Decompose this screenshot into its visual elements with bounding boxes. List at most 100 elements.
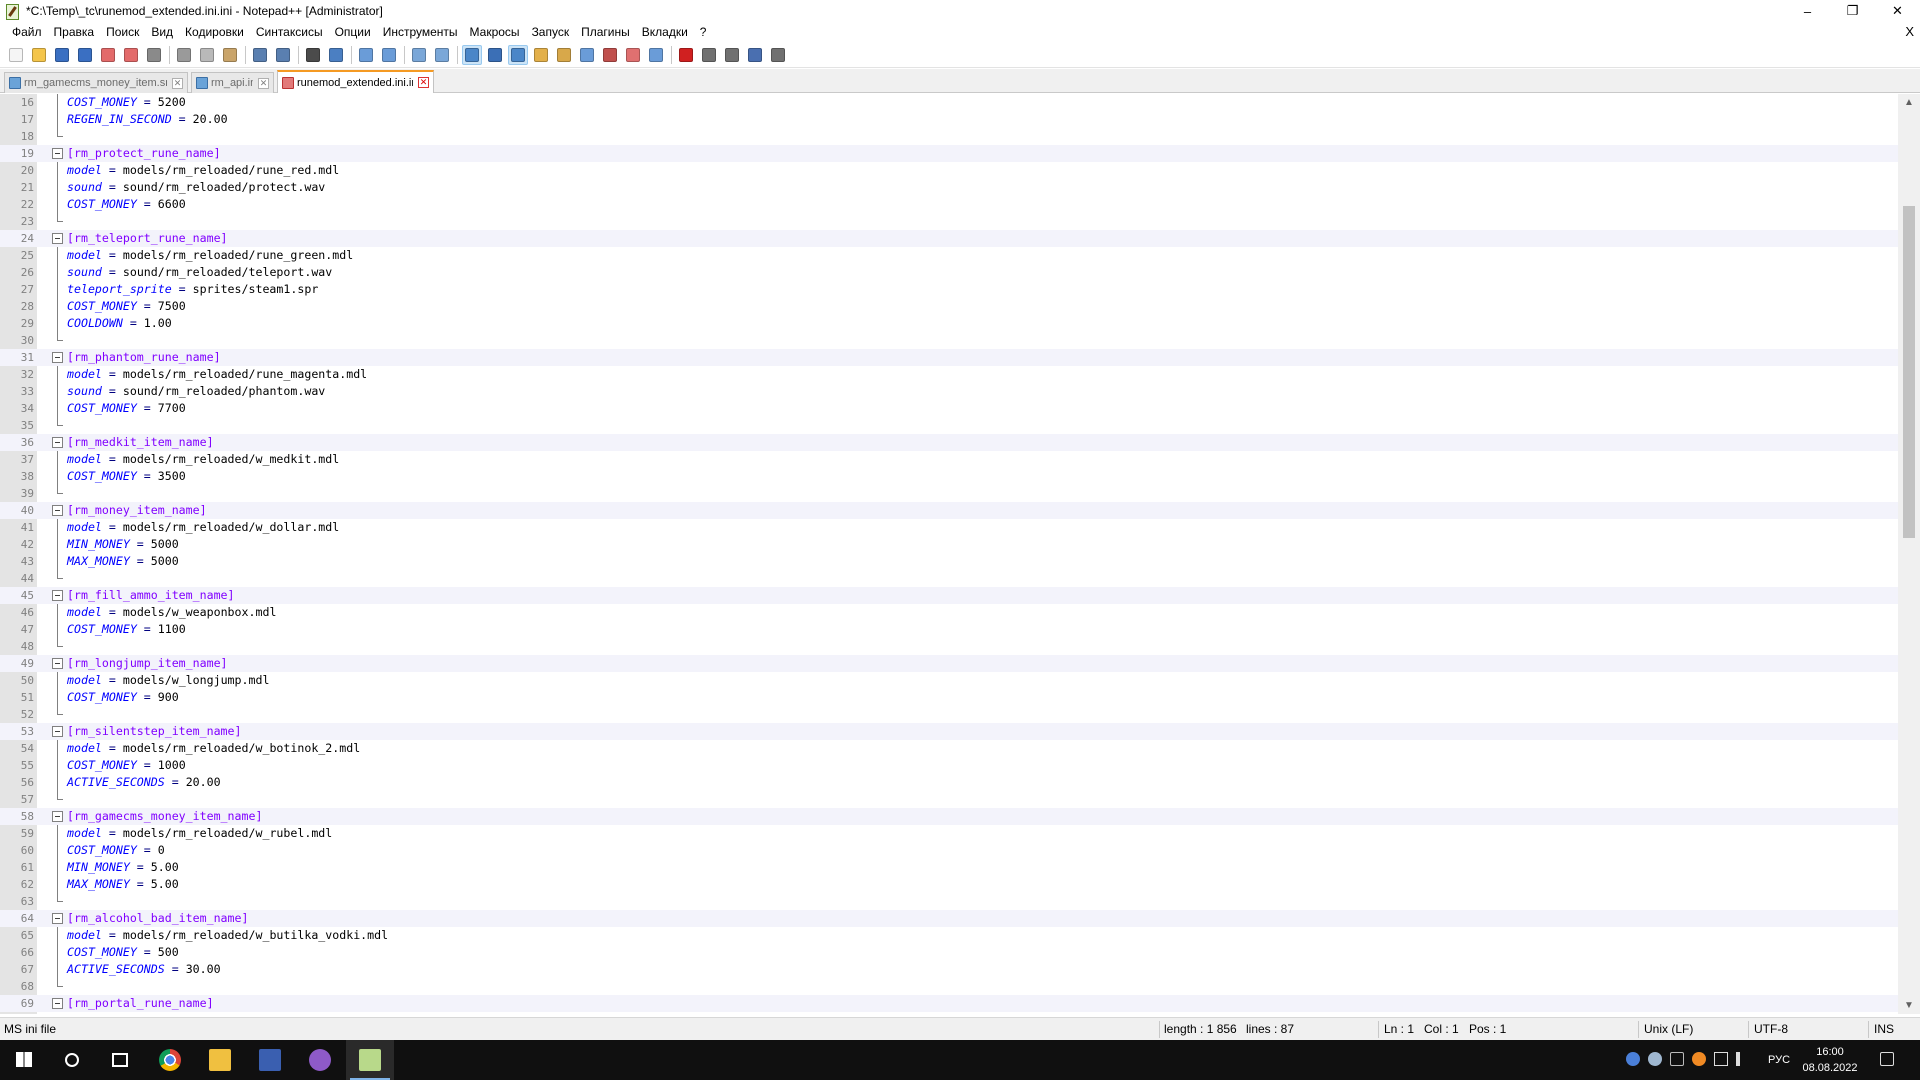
code-line[interactable]: 33 sound = sound/rm_reloaded/phantom.wav — [0, 383, 1898, 400]
code-line[interactable]: 25 model = models/rm_reloaded/rune_green.… — [0, 247, 1898, 264]
code-line[interactable]: 22 COST_MONEY = 6600 — [0, 196, 1898, 213]
word-wrap-button[interactable] — [462, 44, 482, 65]
menu-item-3[interactable]: Вид — [145, 22, 179, 42]
code-line[interactable]: 50 model = models/w_longjump.mdl — [0, 672, 1898, 689]
code-line[interactable]: 17 REGEN_IN_SECOND = 20.00 — [0, 111, 1898, 128]
code-line[interactable]: 55 COST_MONEY = 1000 — [0, 757, 1898, 774]
input-language[interactable]: РУС — [1768, 1040, 1790, 1080]
monitoring-button[interactable] — [646, 45, 666, 65]
code-line[interactable]: 64 [rm_alcohol_bad_item_name] — [0, 910, 1898, 927]
code-line[interactable]: 59 model = models/rm_reloaded/w_rubel.mdl — [0, 825, 1898, 842]
tab-close-icon[interactable]: ✕ — [418, 77, 429, 88]
volume-icon[interactable] — [1736, 1052, 1750, 1066]
menu-item-6[interactable]: Опции — [329, 22, 377, 42]
steam-icon[interactable] — [1648, 1052, 1662, 1066]
menu-item-7[interactable]: Инструменты — [377, 22, 464, 42]
code-line[interactable]: 66 COST_MONEY = 500 — [0, 944, 1898, 961]
menu-item-8[interactable]: Макросы — [464, 22, 526, 42]
tab-2[interactable]: runemod_extended.ini.ini ✕ — [277, 70, 434, 93]
sync-horizontal-button[interactable] — [432, 45, 452, 65]
code-line[interactable]: 18 — [0, 128, 1898, 145]
fold-toggle-icon[interactable] — [52, 148, 63, 159]
menu-item-9[interactable]: Запуск — [526, 22, 576, 42]
close-document-button[interactable]: X — [1905, 22, 1914, 42]
cut-button[interactable] — [174, 45, 194, 65]
code-line[interactable]: 21 sound = sound/rm_reloaded/protect.wav — [0, 179, 1898, 196]
code-line[interactable]: 27 teleport_sprite = sprites/steam1.spr — [0, 281, 1898, 298]
menu-item-12[interactable]: ? — [694, 22, 713, 42]
code-line[interactable]: 65 model = models/rm_reloaded/w_butilka_v… — [0, 927, 1898, 944]
code-line[interactable]: 39 — [0, 485, 1898, 502]
notepadpp-app[interactable] — [346, 1040, 394, 1080]
code-line[interactable]: 57 — [0, 791, 1898, 808]
code-line[interactable]: 32 model = models/rm_reloaded/rune_magent… — [0, 366, 1898, 383]
code-line[interactable]: 19 [rm_protect_rune_name] — [0, 145, 1898, 162]
open-file-button[interactable] — [29, 45, 49, 65]
fold-toggle-icon[interactable] — [52, 811, 63, 822]
code-lines[interactable]: 16 COST_MONEY = 5200 17 REGEN_IN_SECOND = 2… — [0, 94, 1898, 1012]
code-line[interactable]: 16 COST_MONEY = 5200 — [0, 94, 1898, 111]
code-line[interactable]: 26 sound = sound/rm_reloaded/teleport.wav — [0, 264, 1898, 281]
code-line[interactable]: 34 COST_MONEY = 7700 — [0, 400, 1898, 417]
find-button[interactable] — [303, 45, 323, 65]
code-line[interactable]: 35 — [0, 417, 1898, 434]
save-button[interactable] — [52, 45, 72, 65]
code-line[interactable]: 24 [rm_teleport_rune_name] — [0, 230, 1898, 247]
code-line[interactable]: 58 [rm_gamecms_money_item_name] — [0, 808, 1898, 825]
fold-toggle-icon[interactable] — [52, 505, 63, 516]
code-line[interactable]: 62 MAX_MONEY = 5.00 — [0, 876, 1898, 893]
fold-toggle-icon[interactable] — [52, 998, 63, 1009]
undo-button[interactable] — [250, 45, 270, 65]
run-macro-multiple-button[interactable] — [745, 45, 765, 65]
status-encoding[interactable]: UTF-8 — [1750, 1018, 1788, 1041]
code-line[interactable]: 38 COST_MONEY = 3500 — [0, 468, 1898, 485]
status-eol[interactable]: Unix (LF) — [1640, 1018, 1693, 1041]
doc-list-button[interactable] — [577, 45, 597, 65]
menu-item-10[interactable]: Плагины — [575, 22, 636, 42]
code-line[interactable]: 45 [rm_fill_ammo_item_name] — [0, 587, 1898, 604]
code-line[interactable]: 56 ACTIVE_SECONDS = 20.00 — [0, 774, 1898, 791]
title-bar[interactable]: *C:\Temp\_tc\runemod_extended.ini.ini - … — [0, 0, 1920, 22]
code-line[interactable]: 68 — [0, 978, 1898, 995]
code-line[interactable]: 52 — [0, 706, 1898, 723]
code-line[interactable]: 54 model = models/rm_reloaded/w_botinok_2… — [0, 740, 1898, 757]
code-line[interactable]: 36 [rm_medkit_item_name] — [0, 434, 1898, 451]
scroll-thumb[interactable] — [1903, 206, 1915, 538]
scroll-up-button[interactable]: ▲ — [1898, 94, 1920, 111]
code-line[interactable]: 63 — [0, 893, 1898, 910]
play-macro-button[interactable] — [722, 45, 742, 65]
new-file-button[interactable] — [6, 45, 26, 65]
save-all-button[interactable] — [75, 45, 95, 65]
code-line[interactable]: 67 ACTIVE_SECONDS = 30.00 — [0, 961, 1898, 978]
menu-item-4[interactable]: Кодировки — [179, 22, 250, 42]
network-globe-icon[interactable] — [1626, 1052, 1640, 1066]
vertical-scrollbar[interactable]: ▲ ▼ — [1898, 94, 1920, 1014]
notification-icon[interactable] — [1880, 1052, 1894, 1066]
code-line[interactable]: 31 [rm_phantom_rune_name] — [0, 349, 1898, 366]
code-line[interactable]: 44 — [0, 570, 1898, 587]
record-macro-button[interactable] — [676, 45, 696, 65]
menu-item-2[interactable]: Поиск — [100, 22, 145, 42]
network-icon[interactable] — [1714, 1052, 1728, 1066]
fold-toggle-icon[interactable] — [52, 726, 63, 737]
status-insert-mode[interactable]: INS — [1870, 1018, 1894, 1041]
tab-1[interactable]: rm_api.inc ✕ — [191, 72, 274, 93]
fold-toggle-icon[interactable] — [52, 437, 63, 448]
stop-record-button[interactable] — [699, 45, 719, 65]
code-line[interactable]: 23 — [0, 213, 1898, 230]
fold-toggle-icon[interactable] — [52, 352, 63, 363]
zoom-out-button[interactable] — [379, 45, 399, 65]
menu-item-11[interactable]: Вкладки — [636, 22, 694, 42]
menu-item-5[interactable]: Синтаксисы — [250, 22, 329, 42]
app-tray-icon[interactable] — [1692, 1052, 1706, 1066]
function-list-button[interactable] — [600, 45, 620, 65]
code-line[interactable]: 40 [rm_money_item_name] — [0, 502, 1898, 519]
minimize-button[interactable]: – — [1785, 0, 1830, 22]
scroll-down-button[interactable]: ▼ — [1898, 997, 1920, 1014]
menu-item-0[interactable]: Файл — [6, 22, 48, 42]
code-line[interactable]: 20 model = models/rm_reloaded/rune_red.md… — [0, 162, 1898, 179]
fold-toggle-icon[interactable] — [52, 658, 63, 669]
code-line[interactable]: 41 model = models/rm_reloaded/w_dollar.md… — [0, 519, 1898, 536]
github-app[interactable] — [296, 1040, 344, 1080]
print-button[interactable] — [144, 45, 164, 65]
